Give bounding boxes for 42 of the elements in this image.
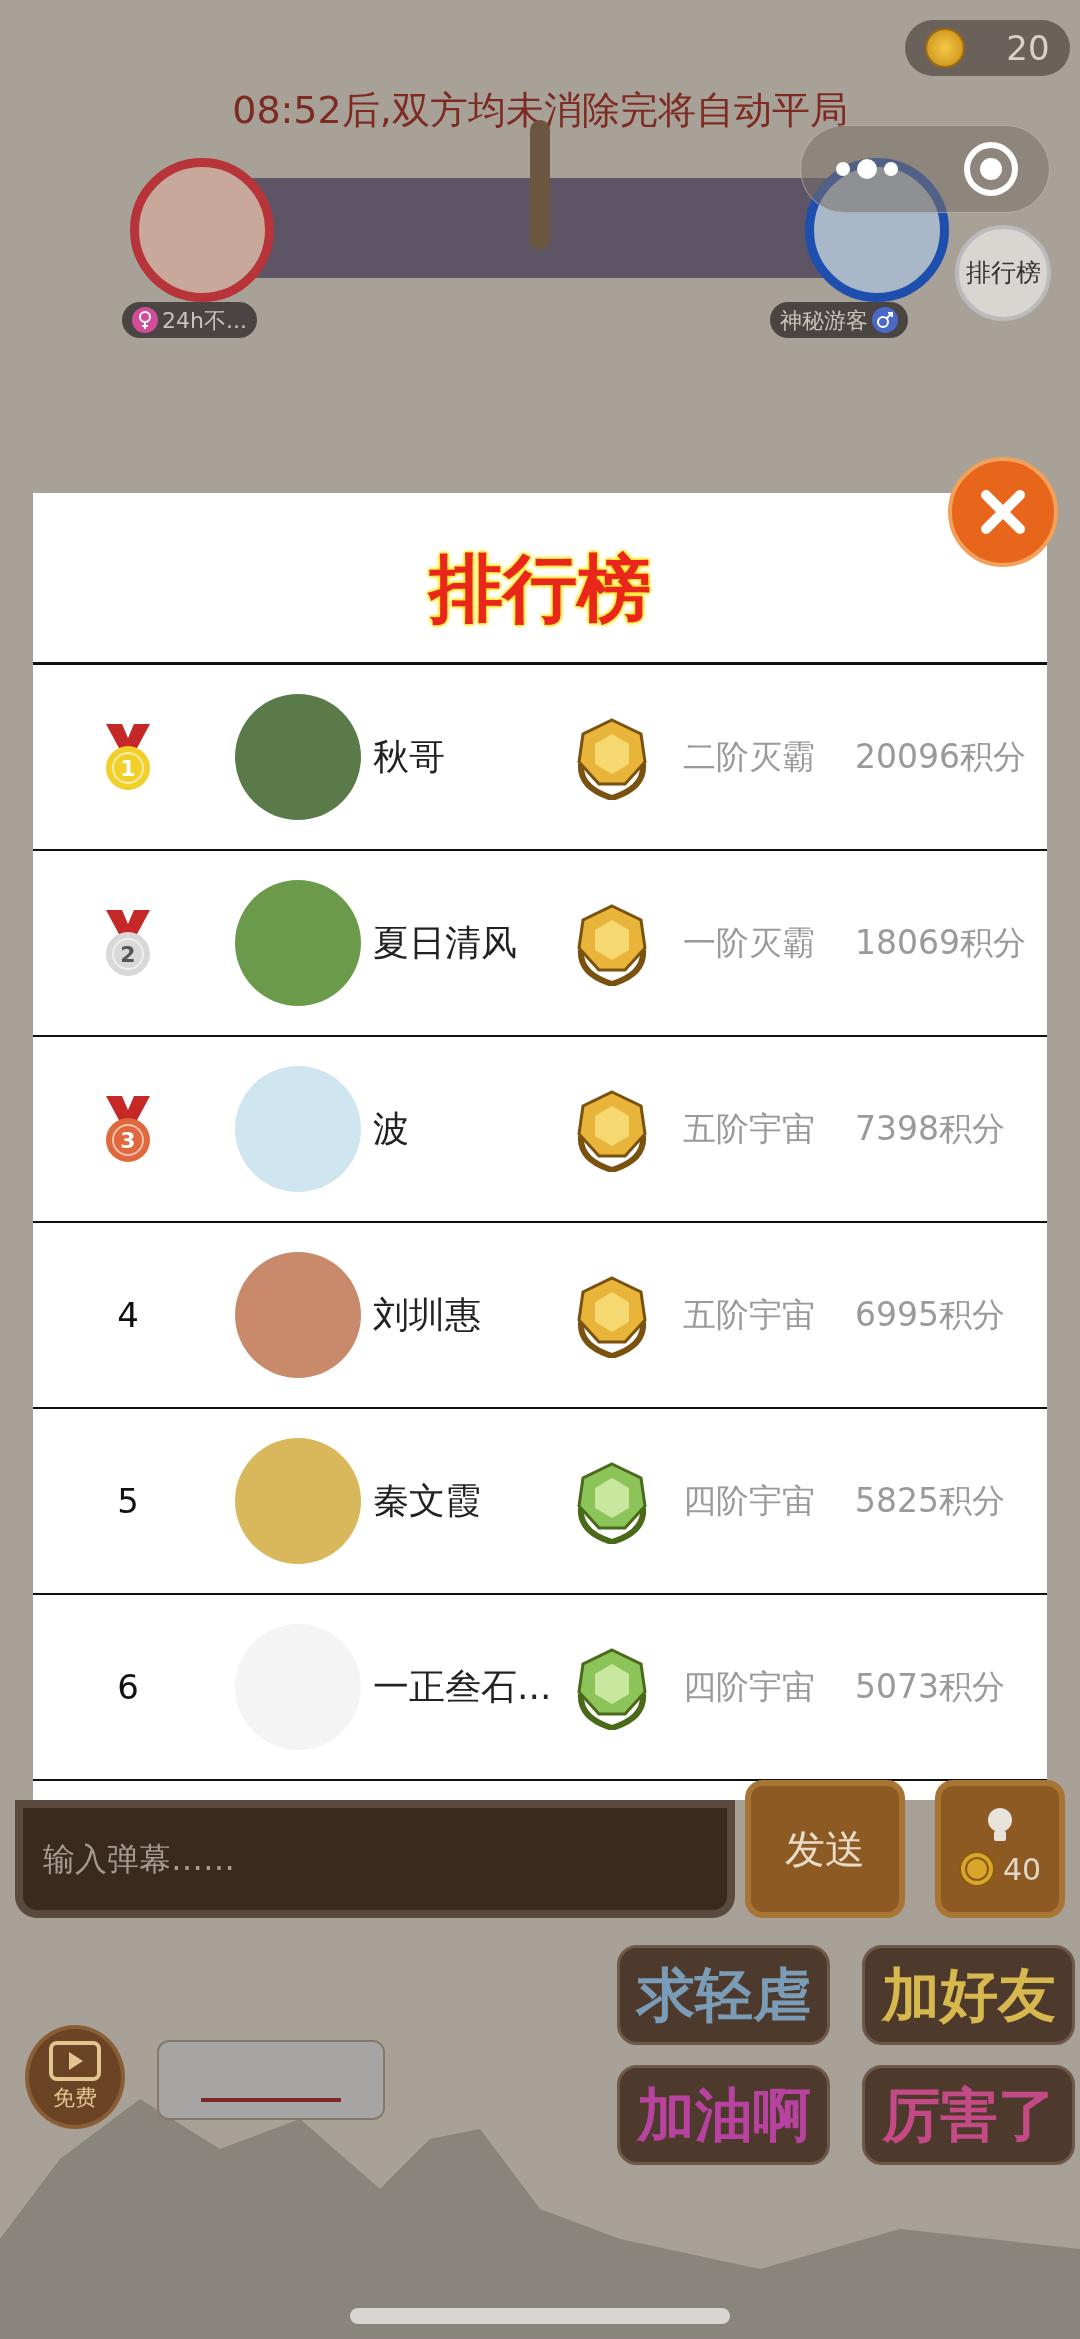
score-text: 5825积分 — [855, 1480, 1005, 1523]
close-icon — [978, 487, 1028, 537]
player-name: 24h不... — [162, 306, 247, 335]
rank-title: 五阶宇宙 — [682, 1108, 816, 1151]
user-name: 夏日清风 — [372, 921, 518, 965]
quick-phrase-button[interactable]: 加好友 — [862, 1945, 1075, 2045]
score-text: 5073积分 — [855, 1666, 1005, 1709]
rank-title: 二阶灭霸 — [682, 736, 816, 779]
user-name: 刘圳惠 — [372, 1293, 482, 1337]
coin-counter: 20 — [905, 20, 1070, 76]
lightbulb-icon — [985, 1806, 1015, 1843]
user-name: 秦文霞 — [372, 1479, 482, 1523]
video-icon — [49, 2040, 101, 2081]
user-name: 波 — [372, 1107, 410, 1151]
rank-number: 6 — [117, 1665, 139, 1709]
quick-phrase-button[interactable]: 厉害了 — [862, 2065, 1075, 2165]
rank-number: 5 — [117, 1479, 139, 1523]
rank-title: 一阶灭霸 — [682, 922, 816, 965]
hint-button[interactable]: 40 — [935, 1780, 1065, 1918]
player-name: 神秘游客 — [780, 306, 868, 335]
quick-phrase-button[interactable]: 加油啊 — [617, 2065, 830, 2165]
male-icon — [872, 307, 898, 333]
user-name: 秋哥 — [372, 735, 446, 779]
coin-icon — [958, 1851, 995, 1887]
close-target-icon[interactable] — [963, 141, 1019, 197]
score-text: 6995积分 — [855, 1294, 1005, 1337]
countdown-text: 08:52后,双方均未消除完将自动平局 — [231, 87, 849, 134]
quick-phrase-button[interactable]: 求轻虐 — [617, 1945, 830, 2045]
coin-icon — [925, 28, 966, 68]
rank-title: 四阶宇宙 — [682, 1480, 816, 1523]
score-text: 7398积分 — [855, 1108, 1005, 1151]
leaderboard-button[interactable]: 排行榜 — [955, 225, 1051, 321]
message-input[interactable]: 输入弹幕…… — [15, 1800, 735, 1918]
send-button[interactable]: 发送 — [745, 1780, 905, 1918]
user-name: 一正叁石... — [372, 1665, 553, 1709]
score-text: 20096积分 — [855, 736, 1026, 779]
free-video-button[interactable]: 免费 — [25, 2025, 125, 2129]
female-icon — [132, 307, 158, 333]
rank-title: 五阶宇宙 — [682, 1294, 816, 1337]
rank-number: 4 — [117, 1293, 139, 1337]
score-text: 18069积分 — [855, 922, 1026, 965]
rank-title: 四阶宇宙 — [682, 1666, 816, 1709]
